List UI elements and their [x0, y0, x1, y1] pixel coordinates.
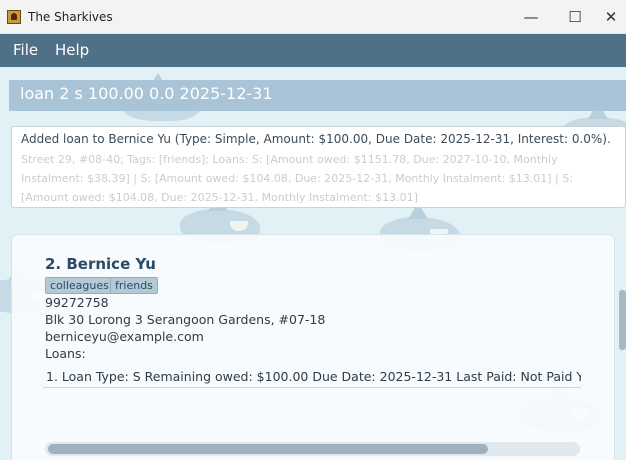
menu-help[interactable]: Help	[55, 41, 89, 59]
result-message: Added loan to Bernice Yu (Type: Simple, …	[21, 132, 611, 146]
person-phone: 99272758	[45, 295, 109, 310]
app-icon	[7, 10, 21, 24]
tag-friends: friends	[110, 277, 158, 294]
person-email: berniceyu@example.com	[45, 329, 204, 344]
horizontal-scrollbar-thumb[interactable]	[48, 444, 488, 454]
person-name: 2. Bernice Yu	[45, 255, 156, 273]
close-button[interactable]: ✕	[596, 0, 626, 34]
minimize-button[interactable]: —	[508, 0, 554, 34]
tag-colleagues: colleagues	[45, 277, 114, 294]
person-address: Blk 30 Lorong 3 Serangoon Gardens, #07-1…	[45, 312, 326, 327]
menu-bar: File Help	[0, 34, 626, 67]
loans-label: Loans:	[45, 346, 86, 361]
result-display: Added loan to Bernice Yu (Type: Simple, …	[11, 126, 626, 208]
command-input[interactable]: loan 2 s 100.00 0.0 2025-12-31	[9, 80, 626, 111]
vertical-scrollbar-thumb[interactable]	[619, 290, 626, 350]
menu-file[interactable]: File	[13, 41, 38, 59]
result-faded-text: Street 29, #08-40; Tags: [friends]; Loan…	[21, 153, 573, 204]
window-title: The Sharkives	[28, 10, 113, 24]
title-bar: The Sharkives — ☐ ✕	[0, 0, 626, 34]
command-text: loan 2 s 100.00 0.0 2025-12-31	[20, 84, 273, 103]
loan-list-item: 1. Loan Type: S Remaining owed: $100.00 …	[43, 364, 581, 388]
maximize-button[interactable]: ☐	[552, 0, 598, 34]
horizontal-scrollbar[interactable]	[45, 442, 580, 456]
loan-details: 1. Loan Type: S Remaining owed: $100.00 …	[46, 369, 581, 384]
